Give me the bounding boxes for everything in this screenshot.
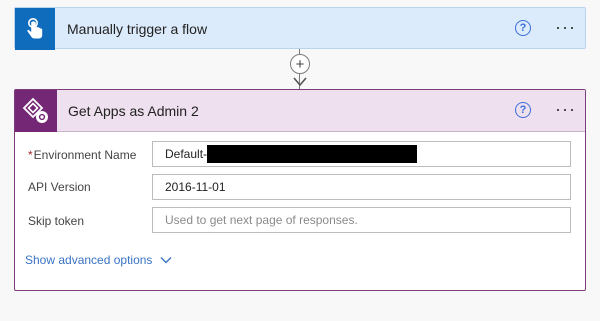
arrow-down-icon xyxy=(293,77,307,87)
skip-token-placeholder: Used to get next page of responses. xyxy=(165,213,358,227)
trigger-title: Manually trigger a flow xyxy=(67,21,208,37)
advanced-options-label: Show advanced options xyxy=(25,253,153,267)
api-version-label: API Version xyxy=(28,180,91,194)
skip-token-input[interactable]: Used to get next page of responses. xyxy=(152,207,571,233)
environment-name-label: *Environment Name xyxy=(28,148,137,162)
trigger-more-button[interactable]: ··· xyxy=(555,18,576,36)
action-more-button[interactable]: ··· xyxy=(555,100,576,118)
powerapps-admin-icon xyxy=(15,90,57,132)
touch-hand-icon xyxy=(15,8,55,50)
environment-name-input[interactable]: Default- xyxy=(152,141,571,167)
trigger-card[interactable]: Manually trigger a flow ? ··· xyxy=(14,7,586,50)
action-title: Get Apps as Admin 2 xyxy=(68,103,199,119)
action-header[interactable]: Get Apps as Admin 2 ? ··· xyxy=(15,90,585,132)
redaction-block xyxy=(207,145,418,163)
chevron-down-icon xyxy=(160,257,172,264)
required-marker: * xyxy=(28,148,33,162)
api-version-input[interactable]: 2016-11-01 xyxy=(152,174,571,200)
environment-name-value: Default- xyxy=(165,147,208,161)
api-version-value: 2016-11-01 xyxy=(165,180,226,194)
add-step-button[interactable]: + xyxy=(290,54,310,74)
help-circle-icon[interactable]: ? xyxy=(515,20,531,36)
action-card[interactable]: Get Apps as Admin 2 ? ··· *Environment N… xyxy=(14,89,586,291)
help-circle-icon[interactable]: ? xyxy=(515,102,531,118)
skip-token-label: Skip token xyxy=(28,214,85,228)
show-advanced-options-link[interactable]: Show advanced options xyxy=(25,253,172,267)
plus-circle-icon: + xyxy=(295,55,305,73)
